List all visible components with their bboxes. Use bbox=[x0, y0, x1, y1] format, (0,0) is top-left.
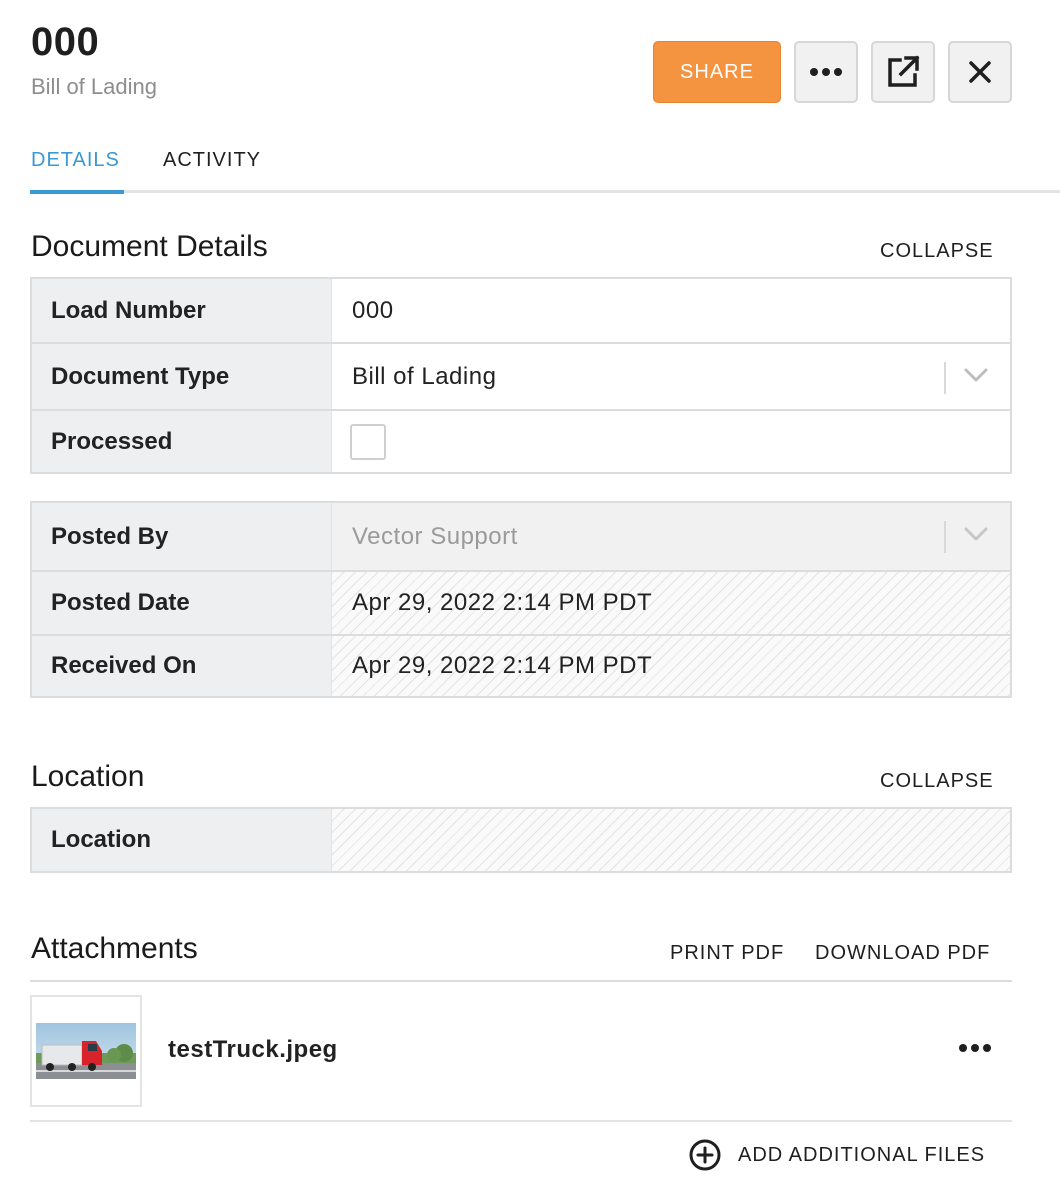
more-horizontal-icon bbox=[959, 1044, 991, 1052]
close-button[interactable] bbox=[948, 41, 1012, 103]
attachments-heading: Attachments bbox=[31, 932, 198, 965]
location-table: Location bbox=[30, 807, 1012, 873]
page-subtitle: Bill of Lading bbox=[31, 74, 157, 99]
truck-image bbox=[36, 1023, 136, 1079]
load-number-field[interactable]: 000 bbox=[332, 279, 1010, 342]
location-label: Location bbox=[32, 809, 332, 871]
attachment-thumbnail[interactable] bbox=[30, 995, 142, 1107]
attachment-file-name[interactable]: testTruck.jpeg bbox=[168, 1036, 338, 1064]
load-number-label: Load Number bbox=[32, 279, 332, 342]
page-title: 000 bbox=[31, 20, 100, 64]
open-in-new-window-button[interactable] bbox=[871, 41, 935, 103]
document-details-table: Load Number 000 Document Type Bill of La… bbox=[30, 277, 1012, 474]
location-heading: Location bbox=[31, 760, 145, 793]
posted-date-value: Apr 29, 2022 2:14 PM PDT bbox=[332, 572, 1010, 634]
add-additional-files-label: ADD ADDITIONAL FILES bbox=[738, 1143, 986, 1166]
received-on-label: Received On bbox=[32, 636, 332, 696]
external-link-icon bbox=[888, 55, 920, 87]
more-horizontal-icon bbox=[810, 68, 842, 76]
posted-by-label: Posted By bbox=[32, 503, 332, 570]
posted-by-value: Vector Support bbox=[352, 522, 518, 550]
print-pdf-button[interactable]: PRINT PDF bbox=[670, 942, 784, 965]
posted-by-select: Vector Support bbox=[332, 503, 1010, 570]
posted-by-row: Posted By Vector Support bbox=[32, 503, 1010, 570]
load-number-row: Load Number 000 bbox=[32, 279, 1010, 342]
location-value bbox=[332, 809, 1010, 871]
received-on-row: Received On Apr 29, 2022 2:14 PM PDT bbox=[32, 634, 1010, 696]
more-options-button[interactable] bbox=[794, 41, 858, 103]
download-pdf-button[interactable]: DOWNLOAD PDF bbox=[815, 942, 990, 965]
posted-date-label: Posted Date bbox=[32, 572, 332, 634]
active-tab-indicator bbox=[30, 190, 124, 194]
chevron-down-icon[interactable] bbox=[964, 368, 988, 382]
attachment-more-button[interactable] bbox=[958, 1040, 992, 1058]
document-details-collapse-button[interactable]: COLLAPSE bbox=[880, 240, 994, 263]
document-type-value: Bill of Lading bbox=[352, 362, 497, 390]
received-on-value: Apr 29, 2022 2:14 PM PDT bbox=[332, 636, 1010, 696]
posted-date-row: Posted Date Apr 29, 2022 2:14 PM PDT bbox=[32, 570, 1010, 634]
document-type-label: Document Type bbox=[32, 344, 332, 409]
document-details-heading: Document Details bbox=[31, 230, 268, 263]
processed-cell bbox=[332, 411, 1010, 472]
processed-label: Processed bbox=[32, 411, 332, 472]
add-additional-files-button[interactable]: ADD ADDITIONAL FILES bbox=[688, 1138, 985, 1172]
select-separator bbox=[944, 362, 946, 394]
processed-checkbox[interactable] bbox=[350, 423, 386, 460]
plus-circle-icon bbox=[689, 1139, 721, 1171]
location-row: Location bbox=[32, 809, 1010, 871]
document-meta-table: Posted By Vector Support Posted Date Apr… bbox=[30, 501, 1012, 698]
share-button[interactable]: SHARE bbox=[653, 41, 781, 103]
attachments-divider bbox=[30, 980, 1012, 982]
processed-row: Processed bbox=[32, 409, 1010, 472]
select-separator bbox=[944, 521, 946, 553]
document-type-row: Document Type Bill of Lading bbox=[32, 342, 1010, 409]
attachments-footer-divider bbox=[30, 1120, 1012, 1122]
tab-details[interactable]: DETAILS bbox=[31, 149, 120, 172]
chevron-down-icon bbox=[964, 527, 988, 541]
close-icon bbox=[969, 61, 991, 83]
document-type-select[interactable]: Bill of Lading bbox=[332, 344, 1010, 409]
tab-bar-border bbox=[30, 190, 1060, 193]
tab-activity[interactable]: ACTIVITY bbox=[163, 149, 261, 172]
location-collapse-button[interactable]: COLLAPSE bbox=[880, 770, 994, 793]
